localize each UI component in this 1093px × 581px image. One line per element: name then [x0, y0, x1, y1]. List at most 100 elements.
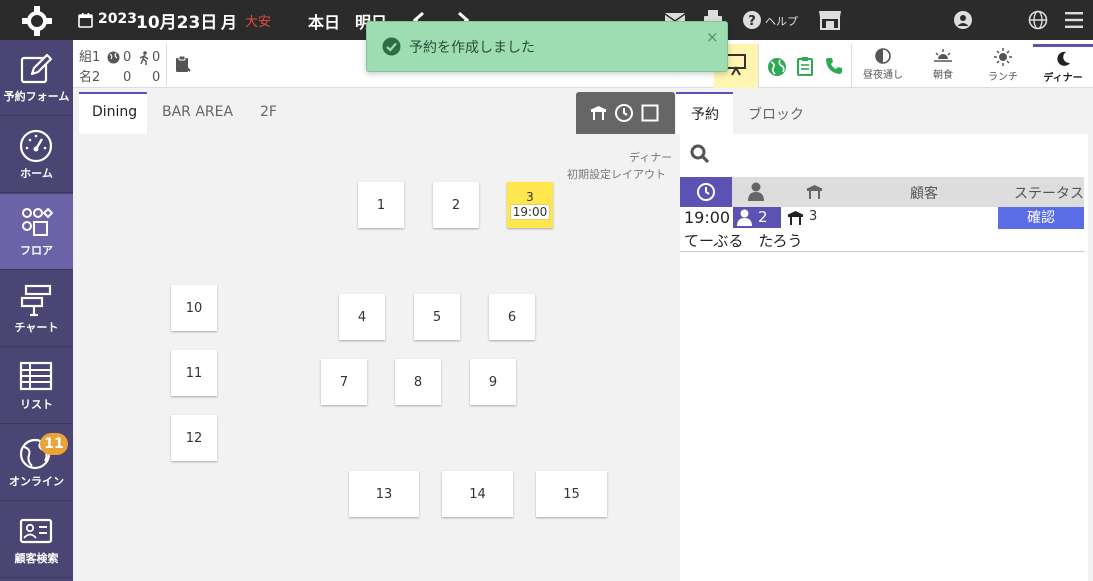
sidebar-item-label: オンライン — [9, 475, 64, 488]
table-view-icon[interactable] — [589, 105, 608, 121]
table-15[interactable]: 15 — [536, 471, 607, 517]
divider — [166, 44, 167, 86]
date-label[interactable]: 10月23日 — [136, 8, 217, 33]
mode-breakfast[interactable]: 朝食 — [913, 44, 973, 86]
menu-icon[interactable] — [1065, 12, 1083, 28]
sidebar-item-label: 顧客検索 — [14, 552, 59, 565]
search-input[interactable] — [680, 134, 1084, 176]
sidebar-item-reservation-form[interactable]: 予約フォーム — [0, 40, 73, 116]
table-9[interactable]: 9 — [470, 359, 516, 405]
table-number: 9 — [488, 374, 498, 390]
square-view-icon[interactable] — [641, 104, 659, 122]
sun-icon — [994, 48, 1012, 66]
person-icon[interactable] — [748, 182, 764, 201]
groups-count: 1 — [92, 50, 101, 65]
sidebar-item-label: 予約フォーム — [3, 90, 70, 103]
table-13[interactable]: 13 — [349, 471, 419, 517]
table-number: 2 — [451, 197, 461, 213]
help-icon[interactable]: ? — [743, 11, 761, 29]
store-icon[interactable] — [818, 10, 842, 30]
sidebar-item-label: ホーム — [20, 167, 53, 180]
column-status[interactable]: ステータス — [1014, 183, 1084, 203]
divider — [851, 44, 852, 88]
groups-label: 組 — [79, 50, 93, 65]
edit-icon — [20, 53, 53, 84]
tab-2f[interactable]: 2F — [260, 104, 277, 120]
clipboard-check-icon[interactable] — [797, 56, 813, 76]
walkin-icon — [139, 51, 149, 65]
mode-label: 朝食 — [933, 70, 953, 81]
success-toast: 予約を作成しました × — [366, 21, 728, 72]
service-label: ディナー — [629, 151, 673, 164]
sidebar-item-list[interactable]: リスト — [0, 348, 73, 424]
sidebar: 予約フォーム ホーム フロア チャート リスト 11 オンライン 顧客検索 — [0, 40, 73, 581]
calendar-icon[interactable] — [78, 12, 93, 28]
tab-bar-area[interactable]: BAR AREA — [162, 104, 233, 120]
table-icon[interactable] — [805, 184, 824, 200]
table-11[interactable]: 11 — [171, 350, 217, 396]
mode-dinner[interactable]: ディナー — [1033, 44, 1093, 86]
user-account-icon[interactable] — [954, 11, 972, 29]
search-icon — [690, 144, 710, 164]
table-12[interactable]: 12 — [171, 415, 217, 461]
reservation-time: 19:00 — [684, 208, 731, 227]
sort-by-time[interactable] — [680, 177, 732, 207]
online-badge: 11 — [40, 433, 68, 455]
mode-lunch[interactable]: ランチ — [973, 44, 1033, 86]
toast-close-button[interactable]: × — [706, 28, 719, 46]
date-year[interactable]: 2023 — [98, 11, 137, 27]
sidebar-item-label: チャート — [14, 321, 59, 334]
tab-block[interactable]: ブロック — [748, 104, 804, 124]
person-icon — [737, 209, 752, 226]
table-14[interactable]: 14 — [442, 471, 513, 517]
reservation-row[interactable]: 19:00 2 3 確認 てーぶる たろう — [680, 207, 1084, 252]
web-reservation-globe-icon[interactable] — [768, 58, 786, 76]
weekday-label: 月 — [221, 13, 238, 32]
phone-icon[interactable] — [825, 57, 843, 75]
column-customer[interactable]: 顧客 — [910, 183, 938, 203]
sidebar-item-online[interactable]: 11 オンライン — [0, 425, 73, 501]
table-10[interactable]: 10 — [171, 285, 217, 331]
people-count: 2 — [92, 70, 101, 85]
clipboard-memo-icon[interactable] — [175, 55, 191, 73]
layout-label: 初期設定レイアウト — [567, 168, 666, 181]
customer-card-icon — [19, 518, 53, 544]
moon-icon — [1057, 51, 1070, 66]
dashboard-icon — [19, 129, 53, 163]
clock-view-icon[interactable] — [615, 104, 633, 122]
table-number: 4 — [357, 309, 367, 325]
sidebar-item-home[interactable]: ホーム — [0, 117, 73, 193]
status-badge[interactable]: 確認 — [998, 207, 1084, 229]
table-icon — [787, 211, 804, 225]
today-button[interactable]: 本日 — [308, 9, 340, 33]
language-globe-icon[interactable] — [1028, 10, 1048, 30]
table-number: 13 — [375, 486, 393, 502]
app-logo-icon[interactable] — [22, 6, 52, 36]
sidebar-item-label: リスト — [20, 398, 53, 411]
table-number: 5 — [432, 309, 442, 325]
rokuyo-label: 大安 — [245, 15, 272, 30]
sidebar-item-floor[interactable]: フロア — [0, 194, 73, 270]
table-6[interactable]: 6 — [489, 294, 535, 340]
table-5[interactable]: 5 — [414, 294, 460, 340]
mode-label: ランチ — [988, 72, 1018, 83]
table-number: 15 — [563, 486, 580, 502]
table-2[interactable]: 2 — [433, 182, 479, 228]
online-people-count: 0 — [123, 70, 132, 85]
svg-text:?: ? — [748, 14, 756, 29]
tab-dining-label: Dining — [92, 104, 138, 120]
sidebar-item-chart[interactable]: チャート — [0, 271, 73, 347]
help-link[interactable]: ヘルプ — [765, 13, 798, 29]
table-4[interactable]: 4 — [339, 294, 385, 340]
online-groups-count: 0 — [123, 50, 132, 65]
table-1[interactable]: 1 — [358, 182, 404, 228]
mode-all-day[interactable]: 昼夜通し — [853, 44, 913, 86]
floor-icon — [22, 207, 53, 236]
table-number: 6 — [507, 309, 517, 325]
table-3[interactable]: 3 19:00 — [507, 182, 553, 228]
mode-label: 昼夜通し — [863, 70, 903, 81]
table-7[interactable]: 7 — [321, 359, 367, 405]
table-number: 14 — [469, 486, 486, 502]
table-8[interactable]: 8 — [395, 359, 441, 405]
sidebar-item-customer-search[interactable]: 顧客検索 — [0, 502, 73, 578]
